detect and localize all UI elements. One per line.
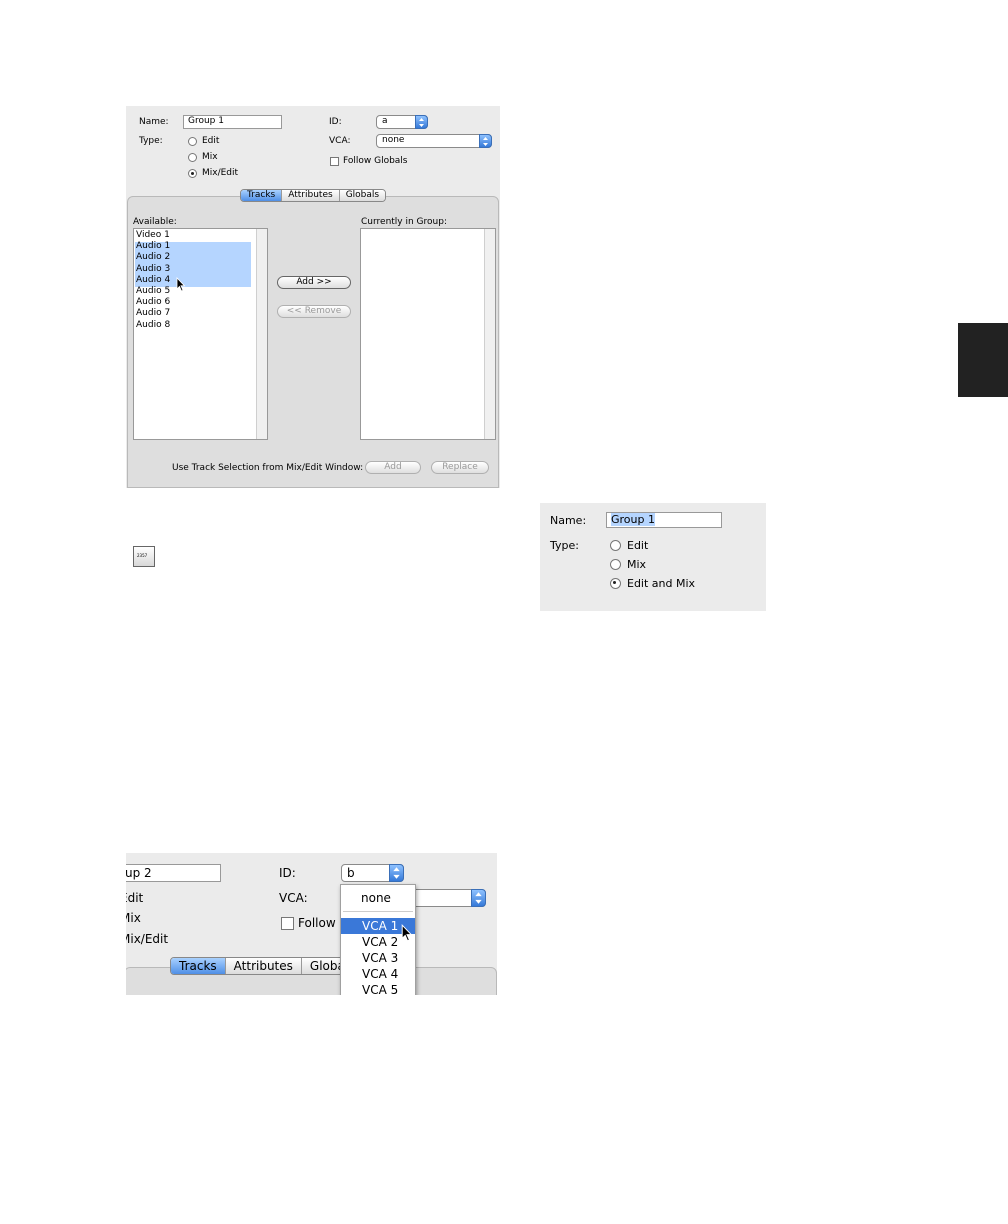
currently-in-group-label: Currently in Group: xyxy=(361,217,447,227)
list-item[interactable]: Video 1 xyxy=(136,230,170,241)
list-item[interactable]: Audio 5 xyxy=(136,286,170,297)
id-popup[interactable]: a xyxy=(376,115,428,129)
type-option-edit: Edit xyxy=(627,539,649,552)
tab-bar: Tracks Attributes Globals xyxy=(240,189,387,202)
vca-popup[interactable]: none xyxy=(376,134,492,148)
vca-value: none xyxy=(382,135,405,145)
id-label: ID: xyxy=(329,117,342,127)
type-label: Type: xyxy=(550,539,579,552)
type-radio-edit[interactable] xyxy=(610,540,621,551)
group-icon-text: 2357 xyxy=(137,553,148,558)
type-option-mix: Mix xyxy=(126,911,141,925)
follow-globals-label: Follow Globals xyxy=(343,156,408,166)
vca-popup-panel: up 2 Edit Mix Mix/Edit ID: b VCA: Follow… xyxy=(126,853,497,995)
menu-item-vca-1[interactable]: VCA 1 xyxy=(362,919,398,933)
available-scrollbar[interactable] xyxy=(256,229,267,439)
name-field[interactable]: Group 1 xyxy=(183,115,282,129)
popup-arrows-icon xyxy=(471,889,486,907)
id-label: ID: xyxy=(279,866,296,880)
available-label: Available: xyxy=(133,217,177,227)
list-item[interactable]: Audio 6 xyxy=(136,297,170,308)
type-option-mix-edit: Mix/Edit xyxy=(202,168,239,178)
vca-popup[interactable] xyxy=(406,889,486,907)
menu-item-vca-3[interactable]: VCA 3 xyxy=(362,951,398,965)
id-value: b xyxy=(347,866,355,880)
type-radio-mix[interactable] xyxy=(610,559,621,570)
id-value: a xyxy=(382,116,388,126)
type-option-mix: Mix xyxy=(627,558,647,571)
tab-tracks[interactable]: Tracks xyxy=(241,190,283,201)
add-button[interactable]: Add >> xyxy=(277,276,351,289)
chapter-tab xyxy=(958,323,1008,397)
mouse-pointer-icon xyxy=(176,277,186,292)
list-item[interactable]: Audio 7 xyxy=(136,308,170,319)
menu-item-none[interactable]: none xyxy=(361,891,391,905)
type-detail-panel: Name: Group 1 Type: Edit Mix Edit and Mi… xyxy=(540,503,766,611)
selection-replace-button[interactable]: Replace xyxy=(431,461,489,474)
tab-attributes[interactable]: Attributes xyxy=(282,190,340,201)
popup-arrows-icon xyxy=(415,115,428,129)
tab-bar: Tracks Attributes Global xyxy=(170,957,358,975)
group-list-scrollbar[interactable] xyxy=(484,229,495,439)
type-option-edit-and-mix: Edit and Mix xyxy=(627,577,696,590)
mouse-pointer-icon xyxy=(401,924,413,942)
popup-arrows-icon xyxy=(389,864,404,882)
name-field[interactable]: up 2 xyxy=(126,864,221,882)
vca-label: VCA: xyxy=(329,136,351,146)
tab-tracks[interactable]: Tracks xyxy=(171,958,226,974)
name-label: Name: xyxy=(550,514,587,527)
list-item[interactable]: Audio 8 xyxy=(136,320,170,331)
type-option-mix: Mix xyxy=(202,152,218,162)
remove-button[interactable]: << Remove xyxy=(277,305,351,318)
type-radio-edit[interactable] xyxy=(188,137,197,146)
type-radio-mix[interactable] xyxy=(188,153,197,162)
list-item[interactable]: Audio 1 xyxy=(136,241,170,252)
menu-separator xyxy=(343,911,413,912)
list-item[interactable]: Audio 3 xyxy=(136,264,170,275)
type-option-edit: Edit xyxy=(202,136,220,146)
list-item[interactable]: Audio 2 xyxy=(136,252,170,263)
vca-label: VCA: xyxy=(279,891,308,905)
type-option-mix-edit: Mix/Edit xyxy=(126,932,169,946)
list-item[interactable]: Audio 4 xyxy=(136,275,170,286)
id-popup[interactable]: b xyxy=(341,864,404,882)
track-selection-label: Use Track Selection from Mix/Edit Window… xyxy=(172,463,364,473)
available-list[interactable]: Video 1 Audio 1 Audio 2 Audio 3 Audio 4 … xyxy=(133,228,268,440)
type-label: Type: xyxy=(139,136,163,146)
currently-in-group-list[interactable] xyxy=(360,228,496,440)
follow-globals-checkbox[interactable] xyxy=(330,157,339,166)
follow-globals-checkbox[interactable] xyxy=(281,917,294,930)
popup-arrows-icon xyxy=(479,134,492,148)
menu-item-vca-2[interactable]: VCA 2 xyxy=(362,935,398,949)
menu-item-vca-4[interactable]: VCA 4 xyxy=(362,967,398,981)
name-field[interactable]: Group 1 xyxy=(606,512,722,528)
type-radio-mix-edit[interactable] xyxy=(188,169,197,178)
tab-globals[interactable]: Globals xyxy=(339,190,386,201)
type-radio-edit-and-mix[interactable] xyxy=(610,578,621,589)
group-dialog: Name: Group 1 Type: Edit Mix Mix/Edit ID… xyxy=(126,106,500,488)
name-value-selected: Group 1 xyxy=(611,513,655,526)
type-option-edit: Edit xyxy=(126,891,144,905)
menu-item-vca-5[interactable]: VCA 5 xyxy=(362,983,398,995)
tab-attributes[interactable]: Attributes xyxy=(225,958,302,974)
group-icon: 2357 xyxy=(133,546,155,567)
selection-add-button[interactable]: Add xyxy=(365,461,421,474)
name-label: Name: xyxy=(139,117,169,127)
